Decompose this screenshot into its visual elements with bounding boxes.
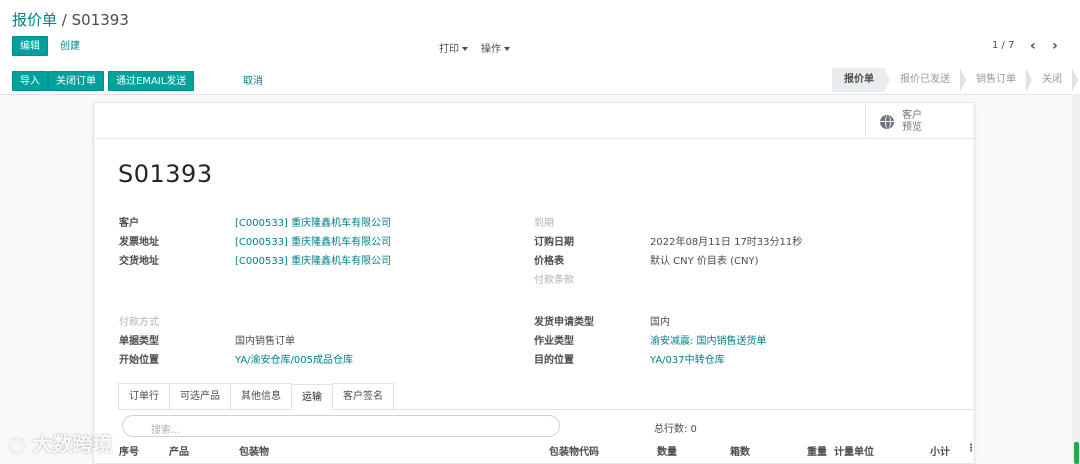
col-subtotal[interactable]: 小计 <box>930 443 950 458</box>
operation-type-label: 作业类型 <box>534 336 574 347</box>
stage-sales-order[interactable]: 销售订单 <box>960 68 1032 92</box>
pager-previous-icon[interactable]: ‹ <box>1030 38 1036 54</box>
col-seq[interactable]: 序号 <box>119 443 139 458</box>
scrollbar[interactable] <box>1072 94 1080 464</box>
delivery-request-type-value: 国内 <box>650 317 670 328</box>
tab-other-info[interactable]: 其他信息 <box>230 383 292 409</box>
control-panel: 报价单 / S01393 编辑 创建 打印 操作 1 / 7 ‹ › <box>0 0 1080 69</box>
pricelist-value: 默认 CNY 价目表 (CNY) <box>650 256 759 267</box>
tab-shipping[interactable]: 运输 <box>291 384 333 411</box>
tab-order-lines[interactable]: 订单行 <box>118 383 170 409</box>
divider <box>94 138 974 139</box>
notebook-tabs: 订单行 可选产品 其他信息 运输 客户签名 <box>118 383 974 411</box>
breadcrumb-separator: / <box>61 11 67 29</box>
statusbar: 导入 关闭订单 通过EMAIL发送 确认 取消 报价单 报价已发送 销售订单 关… <box>0 68 1080 160</box>
col-product[interactable]: 产品 <box>169 443 189 458</box>
search-input[interactable]: 搜索... <box>122 415 560 437</box>
payment-method-label: 付款方式 <box>119 317 159 328</box>
document-type-value: 国内销售订单 <box>235 336 295 347</box>
action-label: 操作 <box>481 44 501 55</box>
operation-type-value[interactable]: 渝安减震: 国内销售送货单 <box>650 332 767 347</box>
action-dropdown[interactable]: 操作 <box>481 40 510 55</box>
close-order-button[interactable]: 关闭订单 <box>48 71 104 91</box>
tab-customer-signature[interactable]: 客户签名 <box>332 383 394 409</box>
order-date-label: 订购日期 <box>534 237 574 248</box>
customer-preview-button[interactable]: 客户 预览 <box>865 103 974 137</box>
delivery-request-type-label: 发货申请类型 <box>534 317 594 328</box>
import-button[interactable]: 导入 <box>12 71 48 91</box>
delivery-address-value[interactable]: [C000533] 重庆隆鑫机车有限公司 <box>235 252 391 267</box>
pager-next-icon[interactable]: › <box>1052 38 1058 54</box>
delivery-address-label: 交货地址 <box>119 256 159 267</box>
column-options-icon[interactable]: ⋮ <box>966 443 976 454</box>
breadcrumb: 报价单 / S01393 <box>12 9 129 30</box>
invoice-address-value[interactable]: [C000533] 重庆隆鑫机车有限公司 <box>235 233 391 248</box>
stage-closed[interactable]: 关闭 <box>1026 68 1078 92</box>
col-package-code[interactable]: 包装物代码 <box>549 443 599 458</box>
print-label: 打印 <box>439 44 459 55</box>
tab-optional-products[interactable]: 可选产品 <box>169 383 231 409</box>
destination-location-label: 目的位置 <box>534 355 574 366</box>
customer-value[interactable]: [C000533] 重庆隆鑫机车有限公司 <box>235 214 391 229</box>
globe-icon <box>880 115 894 129</box>
create-button[interactable]: 创建 <box>52 36 88 56</box>
pricelist-label: 价格表 <box>534 256 564 267</box>
search-placeholder: 搜索... <box>151 425 181 436</box>
preview-label: 客户 预览 <box>902 110 922 133</box>
col-uom[interactable]: 计量单位 <box>834 443 874 458</box>
stage-quotation-sent[interactable]: 报价已发送 <box>884 68 966 92</box>
due-date-label: 到期 <box>534 218 554 229</box>
cancel-button[interactable]: 取消 <box>235 71 271 91</box>
watermark-logo: ◌ 大数跨境 <box>8 432 113 456</box>
send-email-button[interactable]: 通过EMAIL发送 <box>108 71 195 91</box>
caret-down-icon <box>462 47 468 51</box>
start-location-value[interactable]: YA/渝安仓库/005成品仓库 <box>235 351 353 366</box>
breadcrumb-parent-link[interactable]: 报价单 <box>12 11 57 29</box>
breadcrumb-current: S01393 <box>71 11 129 29</box>
caret-down-icon <box>504 47 510 51</box>
payment-terms-label: 付款条款 <box>534 275 574 286</box>
print-dropdown[interactable]: 打印 <box>439 40 468 55</box>
col-box-count[interactable]: 箱数 <box>730 443 750 458</box>
document-type-label: 单据类型 <box>119 336 159 347</box>
scrollbar-thumb[interactable] <box>1074 442 1079 464</box>
stage-quotation[interactable]: 报价单 <box>832 68 890 92</box>
status-stages: 报价单 报价已发送 销售订单 关闭 <box>832 68 1078 92</box>
start-location-label: 开始位置 <box>119 355 159 366</box>
col-package[interactable]: 包装物 <box>239 443 269 458</box>
invoice-address-label: 发票地址 <box>119 237 159 248</box>
form-sheet: 客户 预览 S01393 客户 [C000533] 重庆隆鑫机车有限公司 发票地… <box>93 102 976 464</box>
edit-button[interactable]: 编辑 <box>12 36 48 56</box>
col-weight[interactable]: 重量 <box>807 443 827 458</box>
total-rows: 总行数: 0 <box>654 424 697 435</box>
col-quantity[interactable]: 数量 <box>657 443 677 458</box>
record-title: S01393 <box>118 160 213 188</box>
customer-label: 客户 <box>119 218 139 229</box>
destination-location-value[interactable]: YA/037中转仓库 <box>650 351 725 366</box>
order-date-value: 2022年08月11日 17时33分11秒 <box>650 237 803 248</box>
pager-value[interactable]: 1 / 7 <box>992 40 1014 51</box>
